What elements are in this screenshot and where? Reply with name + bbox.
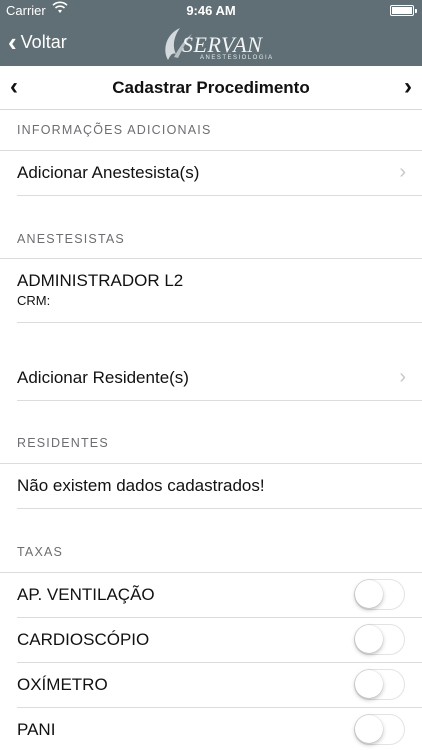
chevron-right-icon: › [399,161,406,183]
taxa-label: PANI [17,720,56,739]
chevron-left-icon: ‹ [8,27,17,57]
chevron-right-icon: › [399,366,406,388]
back-button[interactable]: ‹ Voltar [8,27,67,57]
divider [17,195,422,196]
taxa-toggle[interactable] [354,669,405,700]
divider [17,400,422,401]
anestesista-name: ADMINISTRADOR L2 [17,271,184,290]
residentes-empty-row: Não existem dados cadastrados! [0,464,422,508]
anestesista-list-item[interactable]: ADMINISTRADOR L2 CRM: [0,259,422,321]
taxa-row: PANI [0,708,422,750]
section-header-info: INFORMAÇÕES ADICIONAIS [17,123,212,137]
section-header-taxas: TAXAS [17,545,64,559]
status-bar: Carrier 9:46 AM [0,0,422,22]
empty-message: Não existem dados cadastrados! [17,476,265,495]
divider [17,322,422,323]
procedure-header: ‹ Cadastrar Procedimento › [0,66,422,110]
taxa-row: CARDIOSCÓPIO [0,618,422,662]
anestesista-crm: CRM: [17,293,51,308]
page-title: Cadastrar Procedimento [112,78,310,97]
taxa-row: AP. VENTILAÇÃO [0,573,422,617]
taxa-toggle[interactable] [354,624,405,655]
back-label: Voltar [20,31,67,52]
add-anestesista-row[interactable]: Adicionar Anestesista(s) › [0,151,422,195]
add-anestesista-label: Adicionar Anestesista(s) [17,163,200,182]
divider [17,508,422,509]
taxa-label: AP. VENTILAÇÃO [17,585,155,604]
next-arrow-icon[interactable]: › [404,73,412,101]
taxa-toggle[interactable] [354,714,405,745]
servan-logo: SERVAN ANESTESIOLOGIA [160,24,272,64]
battery-icon [390,5,417,16]
clock: 9:46 AM [186,3,236,18]
section-header-residentes: RESIDENTES [17,436,109,450]
add-residente-label: Adicionar Residente(s) [17,368,189,387]
taxa-label: OXÍMETRO [17,675,108,694]
section-header-anestesistas: ANESTESISTAS [17,232,125,246]
taxa-toggle[interactable] [354,579,405,610]
taxa-label: CARDIOSCÓPIO [17,630,150,649]
add-residente-row[interactable]: Adicionar Residente(s) › [0,356,422,400]
navigation-bar: ‹ Voltar SERVAN ANESTESIOLOGIA [0,22,422,66]
logo-subtext: ANESTESIOLOGIA [200,55,274,61]
taxa-row: OXÍMETRO [0,663,422,707]
